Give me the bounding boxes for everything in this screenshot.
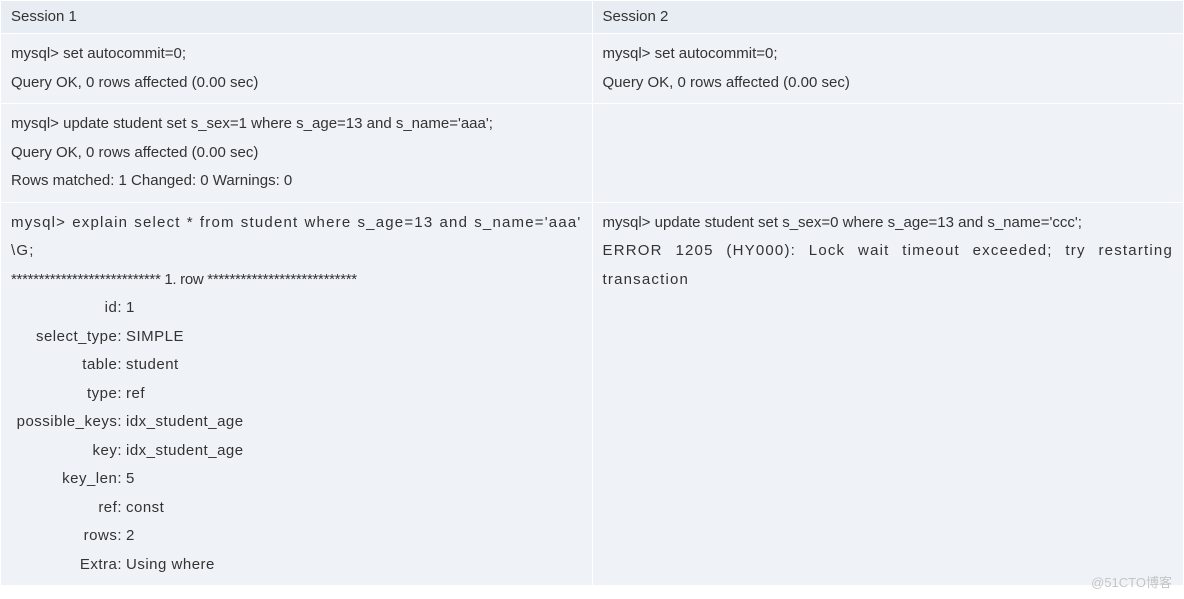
session2-lock-cell: mysql> update student set s_sex=0 where …	[592, 202, 1184, 586]
explain-select-type-label: select_type:	[11, 323, 126, 352]
s2-update-cmd: mysql> update student set s_sex=0 where …	[603, 209, 1174, 238]
explain-row: mysql> explain select * from student whe…	[1, 202, 1184, 586]
explain-ref: ref: const	[11, 494, 582, 523]
explain-key-len-val: 5	[126, 465, 135, 494]
explain-type: type: ref	[11, 380, 582, 409]
explain-possible-keys-val: idx_student_age	[126, 408, 244, 437]
s1-autocommit-result: Query OK, 0 rows affected (0.00 sec)	[11, 69, 582, 98]
header-row: Session 1 Session 2	[1, 1, 1184, 34]
update-row: mysql> update student set s_sex=1 where …	[1, 104, 1184, 203]
session1-header: Session 1	[1, 1, 593, 34]
s2-autocommit-result: Query OK, 0 rows affected (0.00 sec)	[603, 69, 1174, 98]
explain-key-label: key:	[11, 437, 126, 466]
explain-ref-label: ref:	[11, 494, 126, 523]
s1-update-result: Query OK, 0 rows affected (0.00 sec)	[11, 139, 582, 168]
explain-id: id: 1	[11, 294, 582, 323]
explain-id-label: id:	[11, 294, 126, 323]
explain-rows-val: 2	[126, 522, 135, 551]
explain-type-val: ref	[126, 380, 145, 409]
s2-autocommit-cmd: mysql> set autocommit=0;	[603, 40, 1174, 69]
session-comparison-table: Session 1 Session 2 mysql> set autocommi…	[0, 0, 1184, 586]
explain-possible-keys-label: possible_keys:	[11, 408, 126, 437]
session2-update-empty-cell	[592, 104, 1184, 203]
explain-possible-keys: possible_keys: idx_student_age	[11, 408, 582, 437]
session2-header: Session 2	[592, 1, 1184, 34]
autocommit-row: mysql> set autocommit=0; Query OK, 0 row…	[1, 34, 1184, 104]
session1-autocommit-cell: mysql> set autocommit=0; Query OK, 0 row…	[1, 34, 593, 104]
explain-key: key: idx_student_age	[11, 437, 582, 466]
explain-output: id: 1 select_type: SIMPLE table: student…	[11, 294, 582, 579]
explain-table-label: table:	[11, 351, 126, 380]
s1-explain-stars: *************************** 1. row *****…	[11, 266, 582, 295]
explain-rows-label: rows:	[11, 522, 126, 551]
explain-select-type-val: SIMPLE	[126, 323, 184, 352]
s1-update-cmd: mysql> update student set s_sex=1 where …	[11, 110, 582, 139]
explain-key-len: key_len: 5	[11, 465, 582, 494]
explain-extra-label: Extra:	[11, 551, 126, 580]
explain-key-len-label: key_len:	[11, 465, 126, 494]
session2-autocommit-cell: mysql> set autocommit=0; Query OK, 0 row…	[592, 34, 1184, 104]
explain-table-val: student	[126, 351, 179, 380]
session1-explain-cell: mysql> explain select * from student whe…	[1, 202, 593, 586]
s1-explain-cmd: mysql> explain select * from student whe…	[11, 209, 582, 266]
s1-autocommit-cmd: mysql> set autocommit=0;	[11, 40, 582, 69]
explain-extra: Extra: Using where	[11, 551, 582, 580]
s1-update-matched: Rows matched: 1 Changed: 0 Warnings: 0	[11, 167, 582, 196]
explain-type-label: type:	[11, 380, 126, 409]
explain-extra-val: Using where	[126, 551, 215, 580]
explain-select-type: select_type: SIMPLE	[11, 323, 582, 352]
explain-id-val: 1	[126, 294, 135, 323]
s2-lock-error: ERROR 1205 (HY000): Lock wait timeout ex…	[603, 237, 1174, 294]
explain-key-val: idx_student_age	[126, 437, 244, 466]
explain-ref-val: const	[126, 494, 164, 523]
watermark: @51CTO博客	[1091, 572, 1172, 591]
explain-rows: rows: 2	[11, 522, 582, 551]
explain-table: table: student	[11, 351, 582, 380]
session1-update-cell: mysql> update student set s_sex=1 where …	[1, 104, 593, 203]
